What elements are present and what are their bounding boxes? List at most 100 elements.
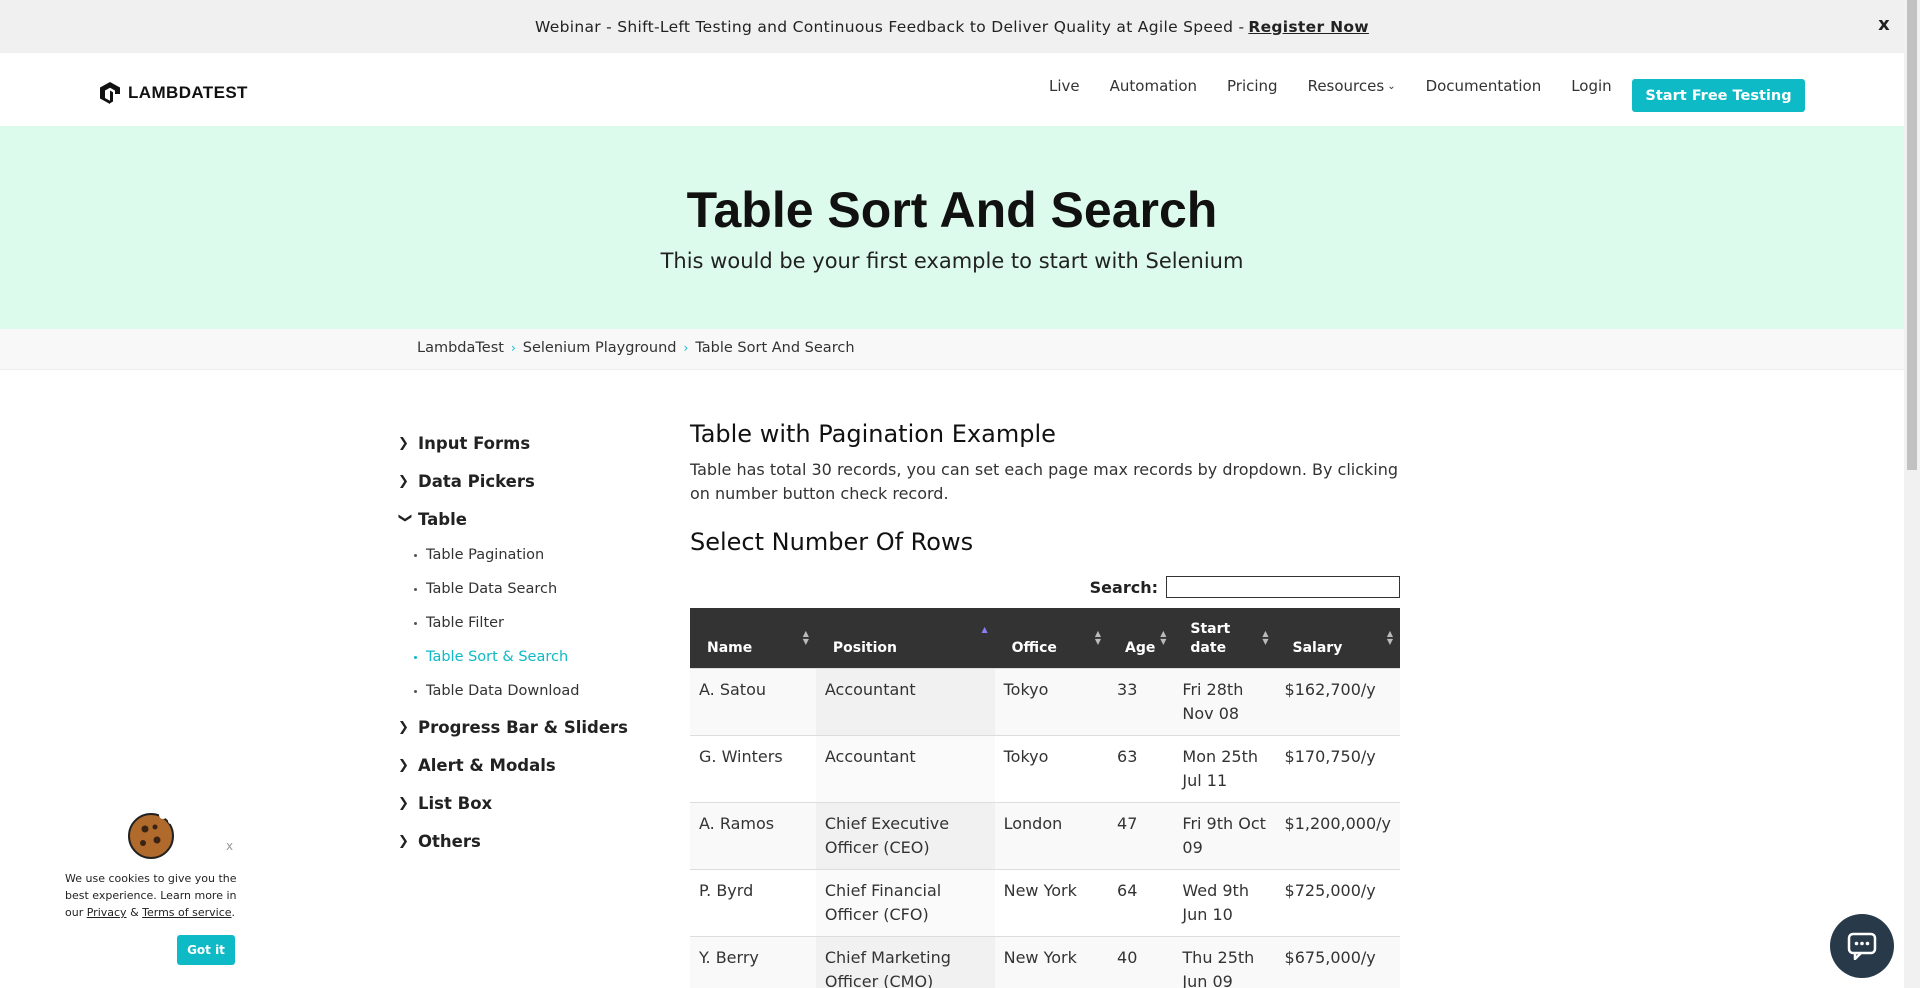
nav-resources[interactable]: Resources ⌄ — [1308, 77, 1396, 95]
nav-automation[interactable]: Automation — [1110, 77, 1197, 95]
cell-position: Accountant — [815, 667, 995, 735]
nav-login[interactable]: Login — [1571, 77, 1611, 95]
cell-office: Tokyo — [994, 734, 1109, 802]
cookie-accept-button[interactable]: Got it — [177, 935, 235, 965]
table-row: P. Byrd Chief Financial Officer (CFO) Ne… — [690, 868, 1400, 936]
register-now-link[interactable]: Register Now — [1248, 18, 1369, 36]
cell-age: 63 — [1108, 734, 1174, 802]
table-header-row: Name ▲ ▼ Position ▲ Office ▲ ▼ Age ▲ ▼ Star… — [690, 608, 1400, 668]
cookie-message: We use cookies to give you the best expe… — [65, 870, 240, 921]
nav-live[interactable]: Live — [1049, 77, 1080, 95]
sidebar-item-alert-modals[interactable]: ❯ Alert & Modals — [398, 746, 648, 784]
data-table: Name ▲ ▼ Position ▲ Office ▲ ▼ Age ▲ ▼ Star… — [690, 608, 1400, 988]
cell-office: London — [994, 801, 1109, 869]
sort-icon: ▲ ▼ — [802, 628, 809, 646]
chat-icon — [1847, 932, 1877, 960]
page-subtitle: This would be your first example to star… — [660, 249, 1244, 273]
chevron-right-icon: › — [683, 341, 689, 355]
section-title: Table with Pagination Example — [690, 420, 1056, 448]
sidebar-subitem-table-data-download[interactable]: Table Data Download — [398, 674, 648, 708]
column-header-office[interactable]: Office ▲ ▼ — [994, 608, 1109, 668]
sidebar-subitem-table-filter[interactable]: Table Filter — [398, 606, 648, 640]
chevron-right-icon: ❯ — [398, 795, 409, 811]
sidebar-item-label: Input Forms — [418, 433, 531, 453]
sort-icon: ▲ ▼ — [1262, 628, 1269, 646]
sidebar-item-label: Table — [418, 509, 467, 529]
bullet-icon — [414, 655, 417, 659]
bullet-icon — [414, 553, 417, 557]
cell-name: Y. Berry — [690, 935, 816, 988]
bullet-icon — [414, 587, 417, 591]
sidebar-item-progress-bar-sliders[interactable]: ❯ Progress Bar & Sliders — [398, 708, 648, 746]
cell-salary: $725,000/y — [1275, 868, 1400, 936]
sidebar-item-label: Alert & Modals — [418, 755, 556, 775]
sidebar-item-list-box[interactable]: ❯ List Box — [398, 784, 648, 822]
cookie-icon — [128, 811, 174, 859]
breadcrumb: LambdaTest › Selenium Playground › Table… — [0, 329, 1904, 370]
sidebar-subitem-label: Table Filter — [426, 615, 505, 631]
nav-pricing[interactable]: Pricing — [1227, 77, 1278, 95]
scrollbar-thumb[interactable] — [1907, 0, 1917, 470]
start-free-testing-button[interactable]: Start Free Testing — [1632, 79, 1805, 112]
sidebar: ❯ Input Forms ❯ Data Pickers ❯ Table Tab… — [398, 424, 648, 860]
page-scrollbar[interactable] — [1904, 0, 1920, 988]
table-row: Y. Berry Chief Marketing Officer (CMO) N… — [690, 935, 1400, 988]
sidebar-item-table[interactable]: ❯ Table — [398, 500, 648, 538]
column-header-start-date[interactable]: Start date ▲ ▼ — [1173, 608, 1276, 668]
sort-ascending-icon: ▲ — [981, 625, 988, 634]
cell-age: 40 — [1108, 935, 1174, 988]
nav-documentation[interactable]: Documentation — [1426, 77, 1542, 95]
column-header-position[interactable]: Position ▲ — [815, 608, 995, 668]
cell-name: G. Winters — [690, 734, 816, 802]
bullet-icon — [414, 621, 417, 625]
cell-name: A. Satou — [690, 667, 816, 735]
column-header-label: Office — [1011, 639, 1057, 656]
sidebar-subitem-table-data-search[interactable]: Table Data Search — [398, 572, 648, 606]
chevron-down-icon: ⌄ — [1387, 80, 1396, 92]
sidebar-item-others[interactable]: ❯ Others — [398, 822, 648, 860]
search-input[interactable] — [1166, 576, 1400, 598]
breadcrumb-current: Table Sort And Search — [695, 340, 855, 356]
privacy-link[interactable]: Privacy — [87, 906, 127, 919]
column-header-age[interactable]: Age ▲ ▼ — [1108, 608, 1174, 668]
chevron-right-icon: › — [510, 341, 516, 355]
cell-salary: $162,700/y — [1275, 667, 1400, 735]
chevron-right-icon: ❯ — [398, 719, 409, 735]
column-header-label: Name — [707, 639, 753, 656]
breadcrumb-lambdatest[interactable]: LambdaTest — [417, 340, 504, 356]
cookie-amp: & — [130, 906, 139, 919]
sidebar-item-label: Progress Bar & Sliders — [418, 717, 628, 737]
cell-start-date: Wed 9th Jun 10 — [1173, 868, 1276, 936]
cell-office: Tokyo — [994, 667, 1109, 735]
cookie-consent-popup: x We use cookies to give you the best ex… — [55, 805, 245, 980]
chevron-right-icon: ❯ — [398, 833, 409, 849]
terms-link[interactable]: Terms of service — [142, 906, 231, 919]
cell-salary: $675,000/y — [1275, 935, 1400, 988]
chat-widget-button[interactable] — [1830, 914, 1894, 978]
cell-start-date: Fri 9th Oct 09 — [1173, 801, 1276, 869]
column-header-label: Salary — [1292, 639, 1343, 656]
column-header-name[interactable]: Name ▲ ▼ — [690, 608, 816, 668]
cookie-close-button[interactable]: x — [226, 839, 233, 853]
sidebar-subitem-table-pagination[interactable]: Table Pagination — [398, 538, 648, 572]
cookie-period: . — [231, 906, 236, 919]
breadcrumb-selenium-playground[interactable]: Selenium Playground — [523, 340, 677, 356]
chevron-right-icon: ❯ — [398, 757, 409, 773]
chevron-down-icon: ❯ — [397, 512, 413, 523]
cell-name: P. Byrd — [690, 868, 816, 936]
logo[interactable]: LAMBDATEST — [98, 81, 248, 105]
section-subtitle: Select Number Of Rows — [690, 528, 974, 556]
cell-age: 33 — [1108, 667, 1174, 735]
section-description: Table has total 30 records, you can set … — [690, 460, 1399, 503]
sidebar-subitem-table-sort-search[interactable]: Table Sort & Search — [398, 640, 648, 674]
column-header-salary[interactable]: Salary ▲ ▼ — [1275, 608, 1400, 668]
sidebar-item-data-pickers[interactable]: ❯ Data Pickers — [398, 462, 648, 500]
table-row: A. Satou Accountant Tokyo 33 Fri 28th No… — [690, 667, 1400, 735]
cell-position: Chief Financial Officer (CFO) — [815, 868, 995, 936]
sidebar-item-label: Others — [418, 831, 481, 851]
banner-close-button[interactable]: x — [1878, 14, 1890, 35]
sidebar-item-input-forms[interactable]: ❯ Input Forms — [398, 424, 648, 462]
webinar-banner: Webinar - Shift-Left Testing and Continu… — [0, 0, 1904, 53]
cell-age: 47 — [1108, 801, 1174, 869]
sidebar-subitem-label: Table Data Download — [426, 683, 580, 699]
